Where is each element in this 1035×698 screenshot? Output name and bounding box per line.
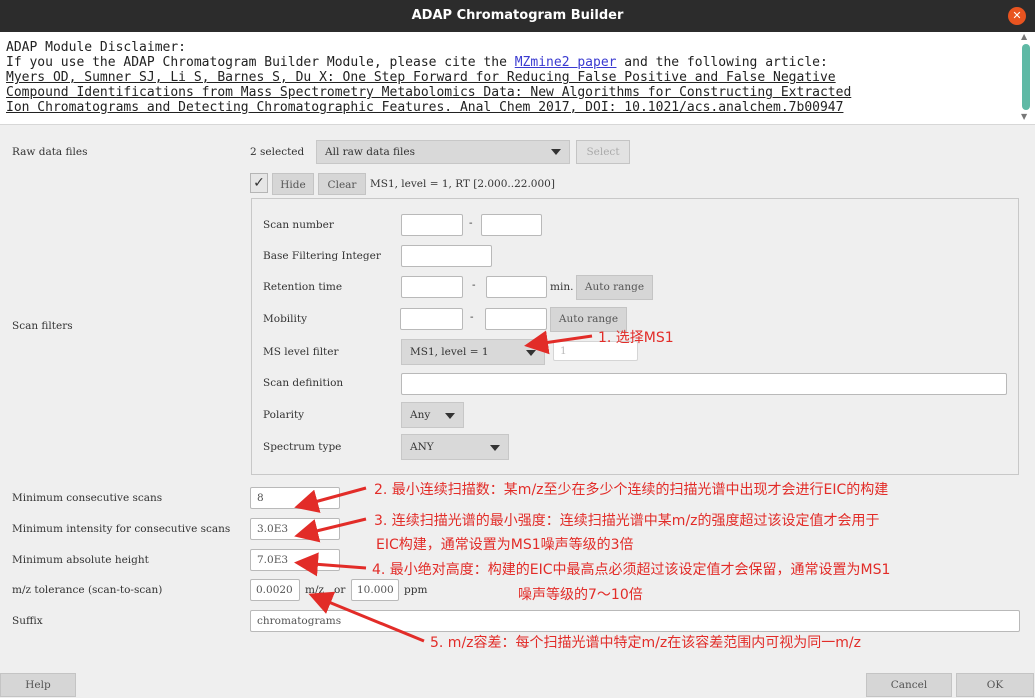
annotation-3-line-2: EIC构建，通常设置为MS1噪声等级的3倍 [376,537,634,553]
annotation-4-line-2: 噪声等级的7～10倍 [518,587,643,603]
annotation-arrow-5 [308,591,425,643]
annotation-arrow-4 [294,552,367,577]
annotation-5: 5. m/z容差：每个扫描光谱中特定m/z在该容差范围内可视为同一m/z [430,635,861,651]
annotation-arrow-3 [294,517,367,543]
annotation-4-line-1: 4. 最小绝对高度：构建的EIC中最高点必须超过该设定值才会保留，通常设置为MS… [372,562,891,578]
annotation-3-line-1: 3. 连续扫描光谱的最小强度：连续扫描光谱中某m/z的强度超过该设定值才会用于 [374,513,880,529]
annotation-1: 1. 选择MS1 [598,330,674,346]
annotation-arrow-1 [524,330,593,355]
annotation-2: 2. 最小连续扫描数：某m/z至少在多少个连续的扫描光谱中出现才会进行EIC的构… [374,482,889,498]
annotation-arrow-2 [294,486,367,513]
